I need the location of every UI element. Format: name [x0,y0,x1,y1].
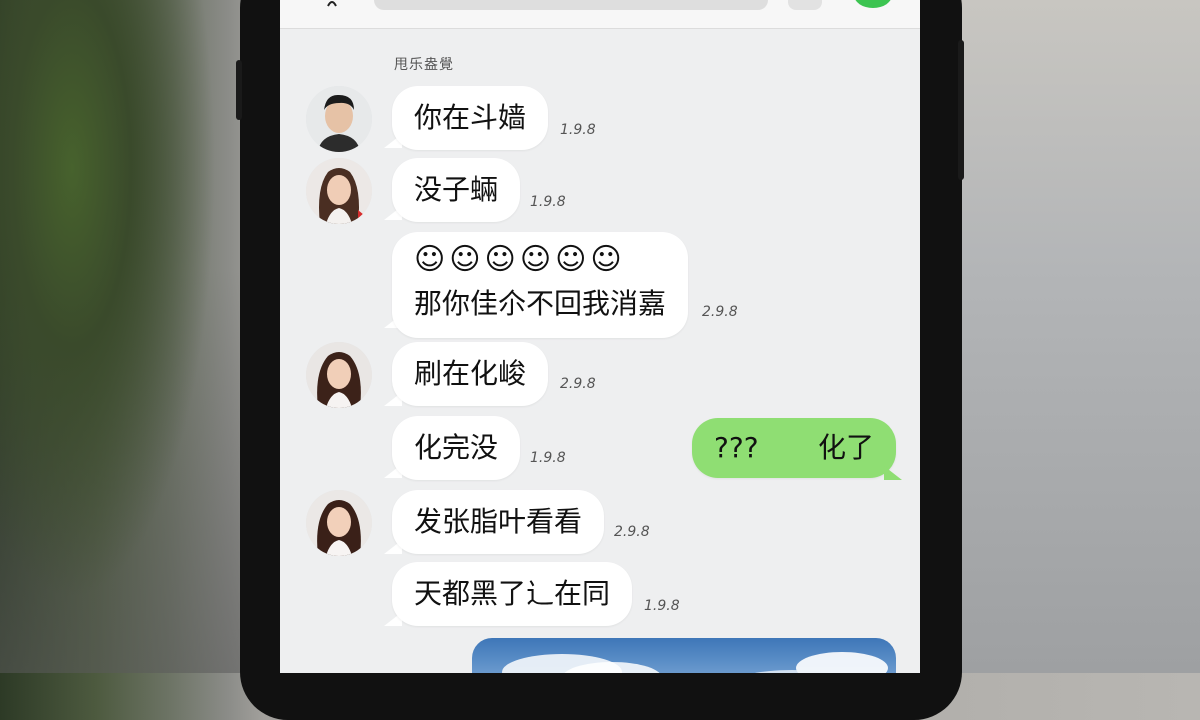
message-bubble-3[interactable]: ☺☺☺☺☺☺ 那你佳尒不回我消嘉 [392,232,689,338]
background-right-blur [960,0,1200,673]
outgoing-bubble[interactable]: ??? 化了 [692,418,896,478]
photo-message[interactable] [472,638,896,673]
message-input[interactable] [374,0,768,10]
message-time-6: 2.9.8 [614,524,650,540]
phone-side-button-left [236,60,242,120]
input-toolbar [280,0,920,29]
bubble-tail-out [884,466,902,480]
emoji-row: ☺☺☺☺☺☺ [414,242,626,277]
message-time-3: 2.9.8 [702,304,738,320]
avatar-female-1[interactable] [306,158,372,224]
send-button[interactable] [854,0,892,8]
message-time-1: 1.9.8 [560,122,596,138]
phone-side-button-right [958,40,964,180]
outgoing-text-b: 化了 [817,431,874,464]
message-time-5: 1.9.8 [530,450,566,466]
message-bubble-6[interactable]: 发张脂叶看看 [392,490,605,554]
message-time-2: 1.9.8 [530,194,566,210]
emoji-button[interactable] [788,0,822,10]
chat-screen: 甩乐盎覺 你在斗嫱 1.9.8 没子蜽 1.9.8 ☺☺☺☺☺☺ 那你佳尒不回我… [280,0,920,673]
background-left-blur [0,0,240,673]
time-header: 甩乐盎覺 [394,57,454,73]
voice-icon[interactable] [324,0,348,10]
message-bubble-2[interactable]: 没子蜽 [392,158,521,222]
outgoing-text-a: ??? [714,431,759,464]
message-bubble-7[interactable]: 天都黑了辶在同 [392,562,633,626]
message-text: 那你佳尒不回我消嘉 [414,287,667,320]
message-time-4: 2.9.8 [560,376,596,392]
avatar-male[interactable] [306,86,372,152]
message-bubble-5[interactable]: 化完没 [392,416,521,480]
message-bubble-1[interactable]: 你在斗嫱 [392,86,549,150]
avatar-female-3[interactable] [306,490,372,556]
avatar-female-2[interactable] [306,342,372,408]
message-time-7: 1.9.8 [644,598,680,614]
message-bubble-4[interactable]: 刷在化峻 [392,342,549,406]
